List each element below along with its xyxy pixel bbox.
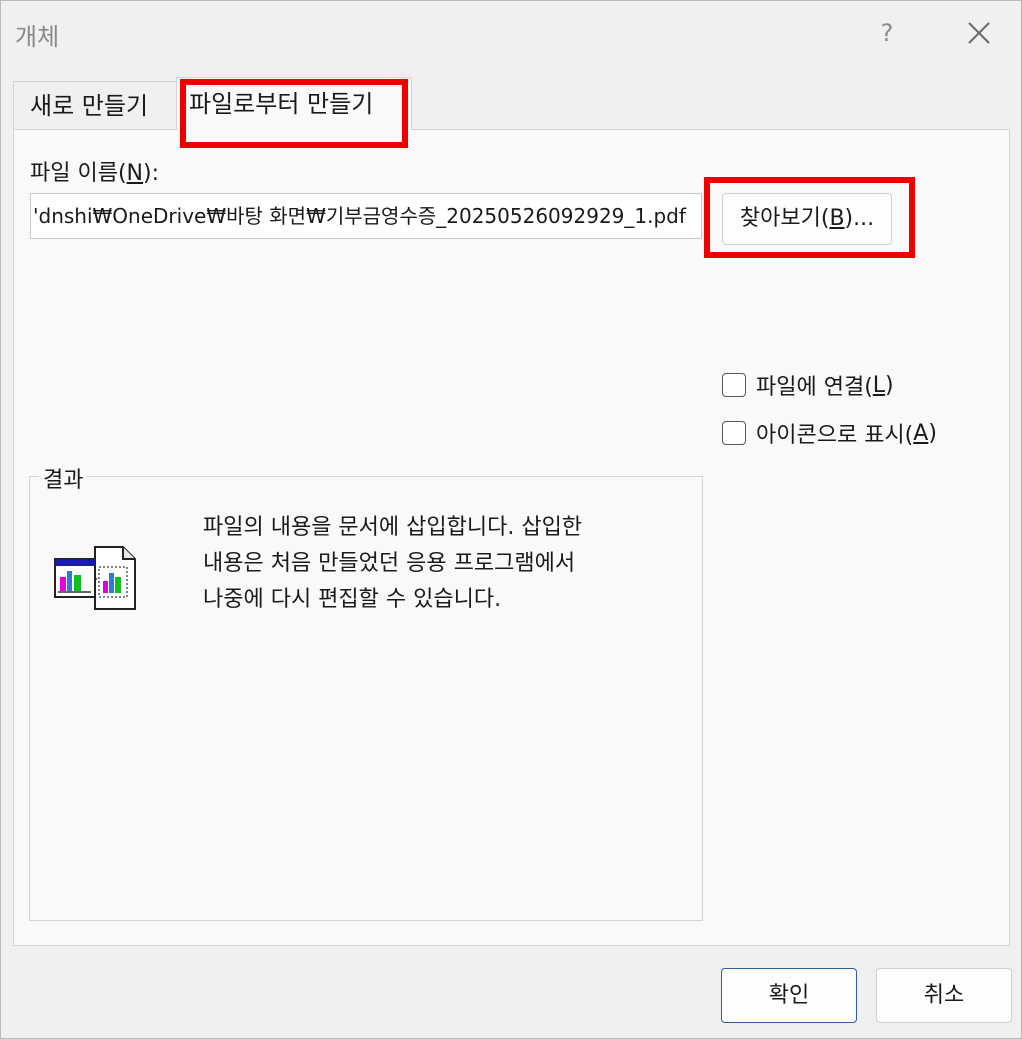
display-as-icon-option[interactable]: 아이콘으로 표시(A) [722,418,937,448]
dialog-title: 개체 [15,23,60,51]
browse-button[interactable]: 찾아보기(B)... [722,193,892,245]
result-legend: 결과 [39,462,88,494]
file-name-label: 파일 이름(N): [30,161,160,186]
embedded-document-icon [51,543,139,613]
object-dialog: 개체 ? 새로 만들기 파일로부터 만들기 파일 이름(N): 'dnshi₩O… [0,0,1022,1039]
close-icon [968,22,990,44]
tab-create-new[interactable]: 새로 만들기 [13,81,177,129]
tab-create-from-file[interactable]: 파일로부터 만들기 [176,77,412,130]
result-description: 파일의 내용을 문서에 삽입합니다. 삽입한 내용은 처음 만들었던 응용 프로… [203,515,583,612]
link-to-file-checkbox[interactable] [722,373,746,397]
link-to-file-option[interactable]: 파일에 연결(L) [722,370,894,400]
file-name-mnemonic: N [126,161,144,186]
close-button[interactable] [957,11,1001,55]
ok-button[interactable]: 확인 [721,968,857,1023]
browse-mnemonic: B [829,206,845,231]
display-as-icon-checkbox[interactable] [722,421,746,445]
cancel-button[interactable]: 취소 [876,968,1012,1023]
title-bar: 개체 ? [1,1,1021,63]
help-button[interactable]: ? [867,11,907,55]
file-name-value: 'dnshi₩OneDrive₩바탕 화면₩기부금영수증_20250526092… [33,204,686,228]
file-name-input[interactable]: 'dnshi₩OneDrive₩바탕 화면₩기부금영수증_20250526092… [30,193,702,239]
